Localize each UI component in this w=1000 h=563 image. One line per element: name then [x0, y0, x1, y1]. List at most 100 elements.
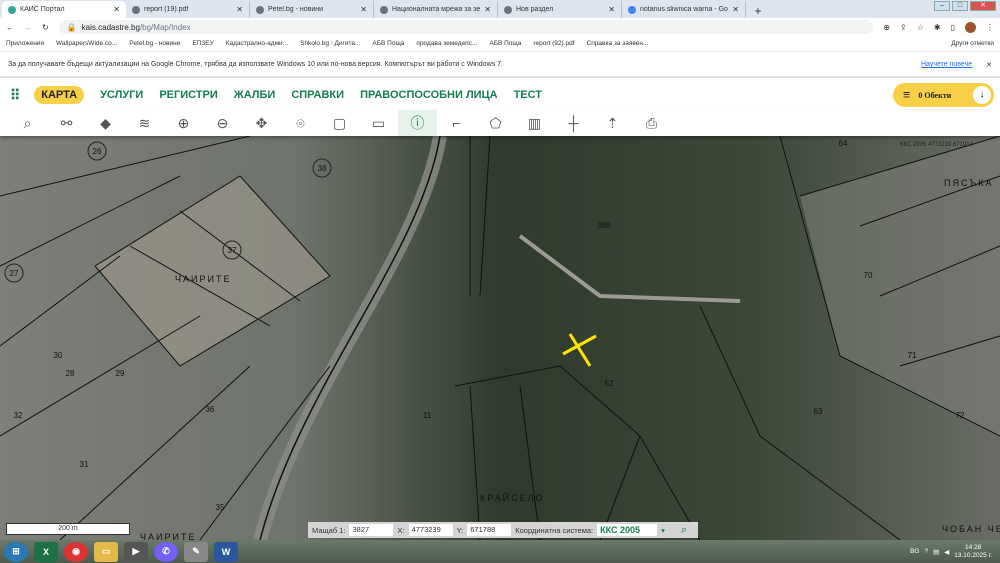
bookmark[interactable]: Shkolo.bg : Дигита... [300, 40, 360, 47]
zoom-out-icon[interactable]: ⊖ [203, 110, 242, 136]
search-icon[interactable]: ⌕ [8, 110, 47, 136]
sidepanel-icon[interactable]: ▯ [951, 23, 955, 32]
menu-icon[interactable]: ⋮ [986, 23, 994, 32]
globe-icon [132, 5, 140, 14]
avatar[interactable] [965, 21, 976, 33]
nav-uslugi[interactable]: УСЛУГИ [100, 89, 143, 101]
clock[interactable]: 14:28 13.10.2025 г. [954, 544, 992, 560]
help-icon[interactable]: ? [924, 548, 928, 555]
bookmark[interactable]: ЕПЗЕУ [192, 40, 213, 47]
tab-kais[interactable]: КАИС Портал ✕ [2, 1, 126, 18]
volume-icon[interactable]: ◀ [944, 548, 949, 556]
nav-registri[interactable]: РЕГИСТРИ [159, 89, 217, 101]
media-icon[interactable]: ▶ [124, 541, 148, 562]
crosshair-icon[interactable]: ┼ [554, 110, 593, 136]
paint-icon[interactable]: ✎ [184, 541, 208, 562]
map-icon[interactable]: ▥ [515, 110, 554, 136]
excel-icon[interactable]: X [34, 541, 58, 562]
close-icon[interactable]: ✕ [484, 5, 491, 14]
parcel-label: 11 [423, 411, 432, 420]
parcel-label: 31 [80, 460, 89, 469]
bookmark[interactable]: Кадастрално-адми... [226, 40, 288, 47]
tab-report[interactable]: report (19).pdf ✕ [126, 1, 250, 18]
reload-icon[interactable]: ↻ [42, 23, 49, 32]
learn-more-link[interactable]: Научете повече [921, 61, 972, 68]
x-input[interactable]: 4773239 [408, 524, 453, 536]
extensions-icon[interactable]: ✱ [934, 23, 941, 32]
map-canvas[interactable]: 26 38 37 27 28 29 30 32 36 31 35 11 52 3… [0, 136, 1000, 540]
start-button[interactable]: ⊞ [4, 541, 28, 562]
info-icon[interactable]: ⓘ [398, 110, 437, 136]
share-icon[interactable]: ⇪ [900, 23, 907, 32]
download-arrow-icon: ↓ [973, 86, 991, 104]
nav-jalbi[interactable]: ЖАЛБИ [234, 89, 276, 101]
system-label: Координатна система: [515, 525, 594, 535]
apps-grid-icon[interactable]: ⠿ [10, 87, 20, 104]
close-icon[interactable]: ✕ [360, 5, 367, 14]
coordinate-system-select[interactable]: ККС 2005 [597, 524, 658, 536]
dropdown-icon[interactable]: ▾ [661, 526, 665, 535]
y-input[interactable]: 671788 [467, 524, 512, 536]
tab-new[interactable]: Нов раздел ✕ [498, 1, 622, 18]
pin-icon[interactable]: ⌾ [281, 110, 320, 136]
tab-mreja[interactable]: Националната мрежа за земед...✕ [374, 1, 498, 18]
search-icon[interactable]: ⌕ [681, 524, 687, 537]
parcel-label: 28 [66, 369, 75, 378]
polygon-icon[interactable]: ⬠ [476, 110, 515, 136]
measure-icon[interactable]: ⌐ [437, 110, 476, 136]
parcel-label: 38 [318, 164, 327, 173]
nav-spravki[interactable]: СПРАВКИ [291, 89, 344, 101]
close-icon[interactable]: ✕ [986, 61, 992, 69]
minimize-button[interactable]: – [934, 1, 950, 11]
bookmark[interactable]: продава земеделс... [416, 40, 477, 47]
close-icon[interactable]: ✕ [113, 5, 120, 14]
close-icon[interactable]: ✕ [608, 5, 615, 14]
parcel-label: 63 [814, 407, 823, 416]
print-icon[interactable]: ⎙ [632, 110, 671, 136]
close-icon[interactable]: ✕ [236, 5, 243, 14]
network-icon[interactable]: ▤ [933, 548, 939, 556]
layer-icon[interactable]: ◆ [86, 110, 125, 136]
back-icon[interactable]: ← [6, 23, 14, 32]
bookmark[interactable]: Petel.bg - новини [129, 40, 180, 47]
upload-icon[interactable]: ⇡ [593, 110, 632, 136]
maximize-button[interactable]: □ [952, 1, 968, 11]
url-input[interactable]: 🔒 kais.cadastre.bg/bg/Map/Index [58, 20, 874, 34]
bookmark[interactable]: АБВ Поща [372, 40, 404, 47]
tab-petel[interactable]: Petel.bg - новини ✕ [250, 1, 374, 18]
tab-google[interactable]: notarius sliwnica warna - Google...✕ [622, 1, 746, 18]
bookmark[interactable]: Справка за заявен... [587, 40, 649, 47]
nav-test[interactable]: ТЕСТ [514, 89, 542, 101]
zoom-in-icon[interactable]: ⊕ [164, 110, 203, 136]
objects-button[interactable]: ≡ 0 Обекти ↓ [893, 83, 994, 107]
chrome-icon[interactable]: ◉ [64, 541, 88, 562]
pan-icon[interactable]: ✥ [242, 110, 281, 136]
zoom-icon[interactable]: ⊕ [883, 23, 890, 32]
parcel-label: 32 [14, 411, 23, 420]
new-tab-button[interactable]: + [750, 4, 766, 18]
bookmark[interactable]: АБВ Поща [489, 40, 521, 47]
nav-pravosposobni[interactable]: ПРАВОСПОСОБНИ ЛИЦА [360, 89, 498, 101]
word-icon[interactable]: W [214, 541, 238, 562]
bookmark[interactable]: report (92).pdf [533, 40, 574, 47]
explorer-icon[interactable]: ▭ [94, 541, 118, 562]
select-rect-icon[interactable]: ▢ [320, 110, 359, 136]
close-window-button[interactable]: ✕ [970, 1, 996, 11]
bookmark[interactable]: WallpapersWide.co... [56, 40, 117, 47]
nav-karta[interactable]: КАРТА [34, 86, 85, 104]
language-indicator[interactable]: BG [910, 548, 919, 555]
forward-icon[interactable]: → [24, 23, 32, 32]
connect-icon[interactable]: ⚯ [47, 110, 86, 136]
bookmark[interactable]: Приложения [6, 40, 44, 47]
coordinate-panel: Мащаб 1: 3827 X: 4773239 Y: 671788 Коорд… [308, 522, 698, 538]
scale-bar: 200 m [6, 523, 130, 535]
scale-input[interactable]: 3827 [349, 524, 394, 536]
deselect-rect-icon[interactable]: ▭ [359, 110, 398, 136]
close-icon[interactable]: ✕ [732, 5, 739, 14]
other-bookmarks[interactable]: Други отметки [951, 40, 994, 47]
layers-icon[interactable]: ≋ [125, 110, 164, 136]
taskbar: ⊞ X ◉ ▭ ▶ ✆ ✎ W BG ? ▤ ◀ 14:28 13.10.2025… [0, 540, 1000, 563]
star-icon[interactable]: ☆ [917, 23, 924, 32]
area-label: ПЯСЪКА [944, 178, 994, 188]
viber-icon[interactable]: ✆ [154, 541, 178, 562]
